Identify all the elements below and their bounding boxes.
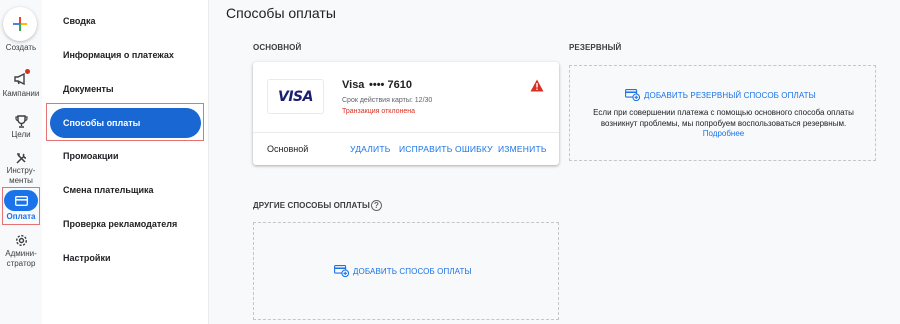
add-backup-button[interactable]: ДОБАВИТЬ РЕЗЕРВНЫЙ СПОСОБ ОПЛАТЫ <box>625 89 816 101</box>
notification-dot <box>25 69 30 74</box>
add-backup-label: ДОБАВИТЬ РЕЗЕРВНЫЙ СПОСОБ ОПЛАТЫ <box>644 90 816 100</box>
rail-item-billing[interactable]: Оплата <box>0 212 42 222</box>
edit-button[interactable]: ИЗМЕНИТЬ <box>498 144 547 154</box>
nav-item-payment-methods[interactable]: Способы оплаты <box>50 108 201 138</box>
fix-error-button[interactable]: ИСПРАВИТЬ ОШИБКУ <box>399 144 493 154</box>
plus-icon <box>13 17 27 31</box>
rail-tools-line1: Инстру- <box>6 166 36 175</box>
nav-item-change-payer[interactable]: Смена плательщика <box>63 184 154 196</box>
rail-item-campaigns[interactable]: Кампании <box>0 89 42 99</box>
nav-item-summary[interactable]: Сводка <box>63 15 96 27</box>
rail-tools-line2: менты <box>9 176 33 185</box>
billing-nav: Сводка Информация о платежах Документы С… <box>42 0 209 324</box>
card-number: •••• 7610 <box>369 79 412 91</box>
nav-item-payment-info[interactable]: Информация о платежах <box>63 49 174 61</box>
warning-icon <box>530 79 544 92</box>
remove-button[interactable]: УДАЛИТЬ <box>350 144 391 154</box>
rail-admin-line1: Админи- <box>5 249 37 258</box>
card-expiry: Срок действия карты: 12/30 <box>342 97 433 104</box>
visa-logo: VISA <box>267 79 324 114</box>
learn-more-link[interactable]: Подробнее <box>703 129 745 138</box>
backup-payment-box: ДОБАВИТЬ РЕЗЕРВНЫЙ СПОСОБ ОПЛАТЫ Если пр… <box>569 65 876 161</box>
gear-icon[interactable] <box>11 231 31 249</box>
other-section-label: ДРУГИЕ СПОСОБЫ ОПЛАТЫ <box>253 201 370 210</box>
backup-description: Если при совершении платежа с помощью ос… <box>586 108 861 140</box>
nav-item-documents[interactable]: Документы <box>63 83 114 95</box>
card-error-status: Транзакция отклонена <box>342 108 416 115</box>
help-icon[interactable]: ? <box>371 200 382 211</box>
primary-payment-card: VISA Visa •••• 7610 Срок действия карты:… <box>253 62 559 165</box>
nav-item-settings[interactable]: Настройки <box>63 252 110 264</box>
tools-icon[interactable] <box>11 149 31 167</box>
add-card-icon <box>334 265 349 277</box>
card-brand: Visa <box>342 79 365 91</box>
credit-card-icon[interactable] <box>4 190 38 211</box>
add-payment-method-button[interactable]: ДОБАВИТЬ СПОСОБ ОПЛАТЫ <box>334 265 472 277</box>
add-payment-method-label: ДОБАВИТЬ СПОСОБ ОПЛАТЫ <box>353 266 472 276</box>
create-button[interactable] <box>3 7 37 41</box>
card-divider <box>253 132 559 133</box>
rail-item-tools[interactable]: Инстру- менты <box>0 166 42 186</box>
other-payment-box: ДОБАВИТЬ СПОСОБ ОПЛАТЫ <box>253 222 559 320</box>
rail-item-goals[interactable]: Цели <box>0 130 42 140</box>
page-title: Способы оплаты <box>226 5 336 21</box>
backup-section-label: РЕЗЕРВНЫЙ <box>569 43 622 52</box>
rail-admin-line2: стратор <box>6 259 36 268</box>
nav-item-promotions[interactable]: Промоакции <box>63 150 119 162</box>
card-role: Основной <box>267 144 309 154</box>
primary-section-label: ОСНОВНОЙ <box>253 43 302 52</box>
rail-item-admin[interactable]: Админи- стратор <box>0 249 42 269</box>
add-card-icon <box>625 89 640 101</box>
create-label: Создать <box>5 43 37 52</box>
backup-description-text: Если при совершении платежа с помощью ос… <box>593 108 854 128</box>
trophy-icon[interactable] <box>11 112 31 130</box>
visa-logo-text: VISA <box>278 88 313 105</box>
nav-item-advertiser-verification[interactable]: Проверка рекламодателя <box>63 218 177 230</box>
left-rail: Создать Кампании Цели Инстру- менты Опла… <box>0 0 42 324</box>
